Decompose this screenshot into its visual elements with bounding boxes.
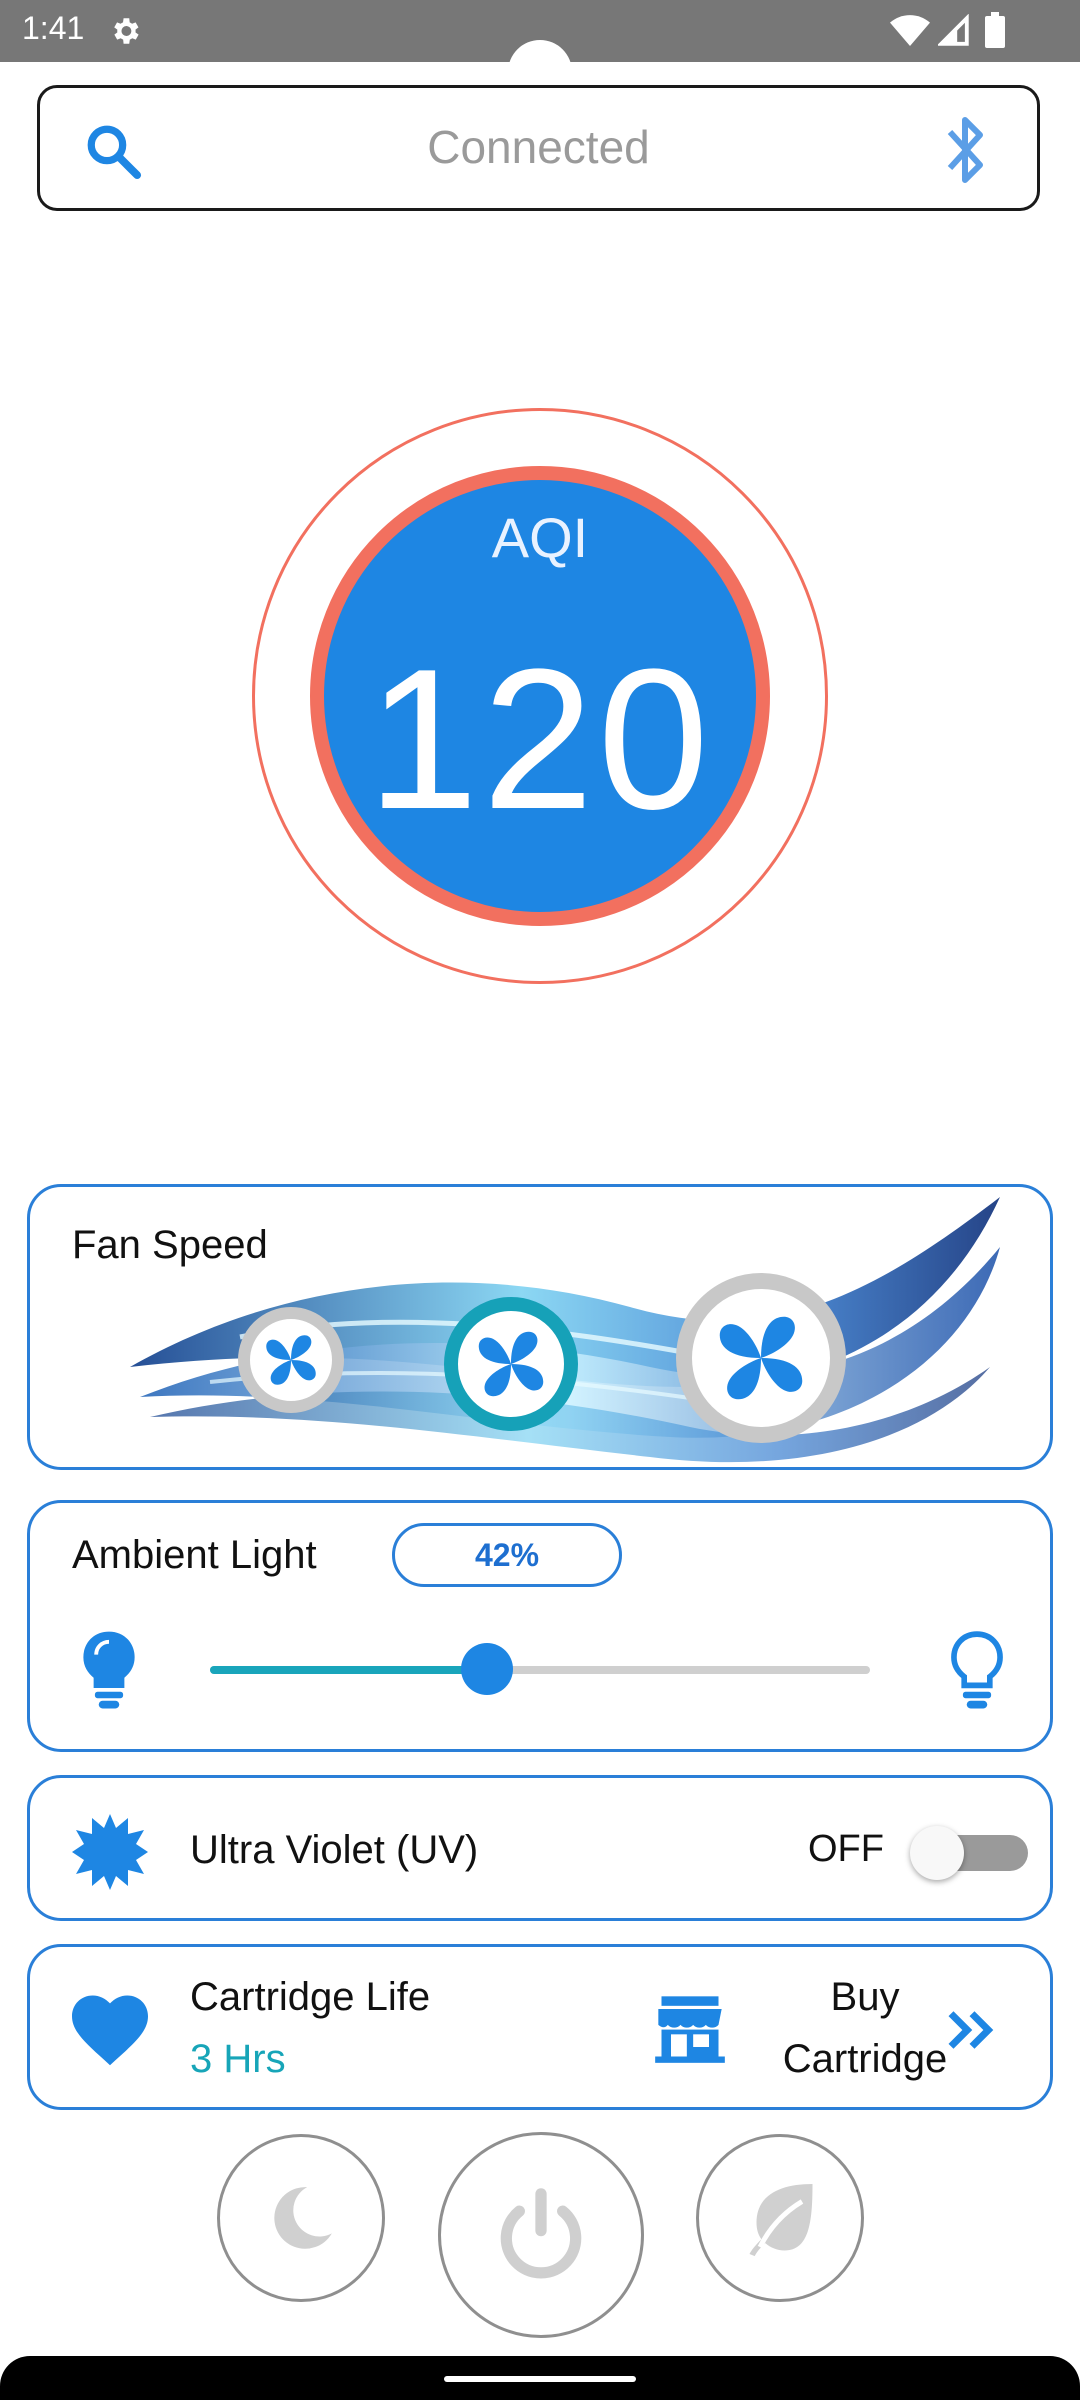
status-time: 1:41 bbox=[22, 10, 85, 46]
chevron-double-right-icon[interactable] bbox=[944, 2005, 1000, 2055]
uv-card: Ultra Violet (UV) OFF bbox=[27, 1775, 1053, 1921]
uv-label: Ultra Violet (UV) bbox=[190, 1828, 479, 1872]
store-icon[interactable] bbox=[652, 1989, 728, 2067]
navigation-bar bbox=[0, 2356, 1080, 2400]
brightness-slider-thumb[interactable] bbox=[461, 1643, 513, 1695]
cartridge-hours: 3 Hrs bbox=[190, 2037, 286, 2081]
fan-icon bbox=[478, 1331, 544, 1397]
heart-icon bbox=[72, 1995, 148, 2066]
ambient-light-percent-badge: 42% bbox=[392, 1523, 622, 1587]
fan-speed-card: Fan Speed bbox=[27, 1184, 1053, 1470]
wifi-icon bbox=[890, 15, 930, 46]
moon-icon bbox=[274, 2187, 332, 2249]
power-button[interactable] bbox=[438, 2132, 644, 2338]
uv-sun-icon bbox=[72, 1814, 148, 1890]
leaf-icon bbox=[749, 2184, 813, 2257]
uv-toggle-knob[interactable] bbox=[910, 1826, 964, 1880]
ambient-light-card: Ambient Light 42% bbox=[27, 1500, 1053, 1752]
connection-status: Connected bbox=[427, 121, 650, 173]
signal-icon bbox=[938, 14, 969, 46]
cartridge-card: Cartridge Life 3 Hrs Buy Cartridge bbox=[27, 1944, 1053, 2110]
brightness-slider-fill bbox=[210, 1666, 487, 1674]
fan-speed-medium-button[interactable] bbox=[444, 1297, 578, 1431]
bulb-off-icon[interactable] bbox=[946, 1629, 1008, 1711]
cartridge-life-label: Cartridge Life bbox=[190, 1975, 431, 2019]
uv-state-label: OFF bbox=[808, 1828, 884, 1870]
eco-mode-button[interactable] bbox=[696, 2134, 864, 2302]
ambient-light-title: Ambient Light bbox=[72, 1533, 317, 1577]
connection-bar[interactable]: Connected bbox=[37, 85, 1040, 211]
battery-icon bbox=[985, 12, 1005, 48]
aqi-label: AQI bbox=[491, 506, 589, 569]
sleep-mode-button[interactable] bbox=[217, 2134, 385, 2302]
gear-icon bbox=[114, 18, 139, 44]
bulb-on-icon[interactable] bbox=[78, 1629, 140, 1711]
bluetooth-icon[interactable] bbox=[940, 114, 990, 186]
fan-icon bbox=[719, 1316, 803, 1400]
power-icon bbox=[500, 2188, 582, 2279]
fan-speed-high-button[interactable] bbox=[676, 1273, 846, 1443]
aqi-value: 120 bbox=[367, 628, 713, 851]
home-handle[interactable] bbox=[444, 2376, 636, 2382]
fan-icon bbox=[266, 1335, 316, 1385]
fan-speed-low-button[interactable] bbox=[238, 1307, 344, 1413]
